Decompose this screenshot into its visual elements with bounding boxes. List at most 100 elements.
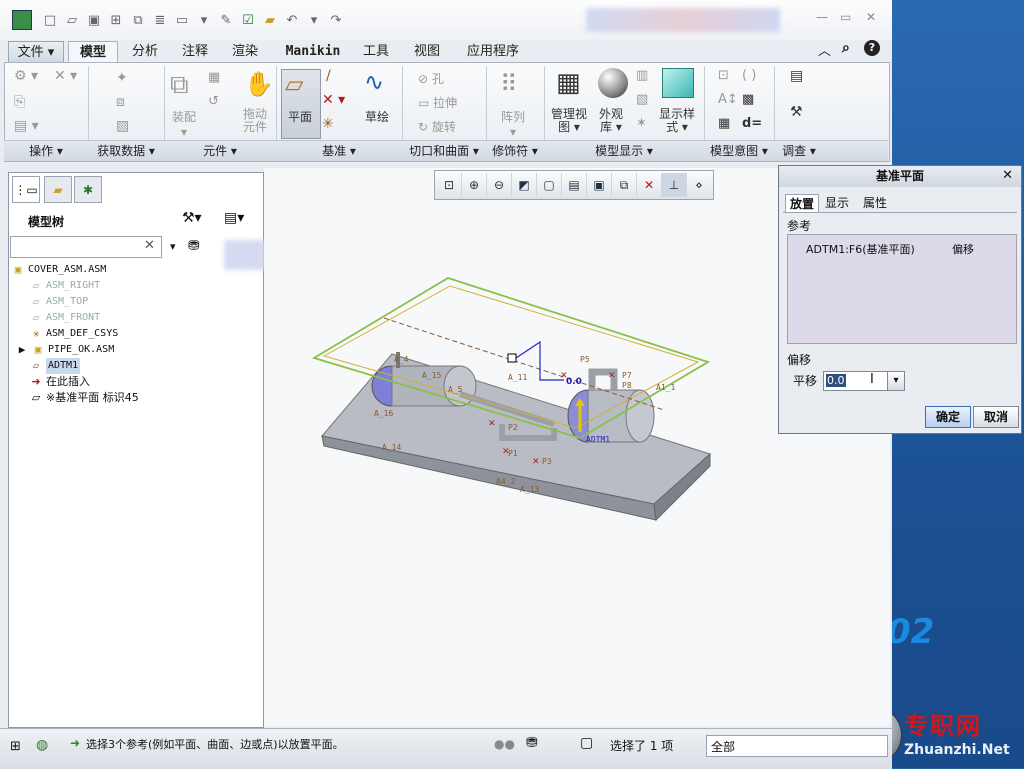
- offset-value-label[interactable]: 0.0: [566, 377, 582, 387]
- user-defined-feature-icon[interactable]: ✦: [116, 70, 128, 86]
- tree-item-new-datum-plane[interactable]: ▱ ※基准平面 标识45: [30, 390, 139, 406]
- drag-components-button[interactable]: 拖动 元件: [238, 108, 272, 134]
- copy-geometry-icon[interactable]: ⧈: [116, 94, 125, 110]
- help-icon[interactable]: ?: [864, 40, 880, 56]
- table-icon[interactable]: ▦: [718, 116, 730, 131]
- extrude-button[interactable]: ▭ 拉伸: [418, 94, 457, 111]
- view-manager-icon[interactable]: ▣: [587, 173, 612, 197]
- tree-item-asm-top[interactable]: ▱ ASM_TOP: [30, 294, 88, 310]
- tree-item-csys[interactable]: ✳ ASM_DEF_CSYS: [30, 326, 119, 342]
- tree-item-pipe[interactable]: ▶ ▣ PIPE_OK.ASM: [16, 342, 115, 358]
- saved-views-icon[interactable]: ▤: [562, 173, 587, 197]
- tab-manikin[interactable]: Manikin: [278, 41, 348, 62]
- tab-tools[interactable]: 工具: [354, 41, 398, 62]
- relations-icon[interactable]: ⊡: [718, 68, 729, 83]
- parameters-icon[interactable]: ( ): [742, 68, 756, 83]
- manage-views-button[interactable]: 管理视图 ▾: [546, 108, 592, 134]
- regenerate-icon[interactable]: ⚙ ▾: [14, 68, 38, 84]
- copy-icon[interactable]: ⎘: [14, 94, 25, 110]
- exploded-icon[interactable]: ✶: [636, 116, 647, 131]
- tree-toggle-icon[interactable]: ⊞: [10, 739, 21, 754]
- csys-icon[interactable]: ✳: [322, 116, 334, 132]
- tree-search-input[interactable]: [10, 236, 162, 258]
- display-style-button[interactable]: 显示样式 ▾: [654, 108, 700, 134]
- display-style-icon[interactable]: ▢: [537, 173, 562, 197]
- sketch-icon[interactable]: ∿: [364, 68, 384, 96]
- close-icon[interactable]: ✕: [866, 10, 876, 24]
- group-operations[interactable]: 操作 ▾: [4, 141, 88, 161]
- tab-analysis[interactable]: 分析: [122, 41, 168, 62]
- section-icon[interactable]: ▥: [636, 68, 648, 83]
- selection-filter[interactable]: 全部: [706, 735, 888, 757]
- drag-hand-icon[interactable]: ✋: [244, 70, 274, 98]
- report-icon[interactable]: ▤: [790, 68, 803, 84]
- search-icon[interactable]: ⌕: [842, 40, 850, 56]
- find-binoculars-icon[interactable]: ⛃: [188, 238, 200, 254]
- wrench-icon[interactable]: ⚒: [790, 104, 803, 120]
- assemble-icon[interactable]: ⧉: [170, 70, 189, 101]
- zoom-in-icon[interactable]: ⊕: [462, 173, 487, 197]
- tab-favorites[interactable]: ✱: [74, 176, 102, 203]
- tree-item-insert-here[interactable]: ➜ 在此插入: [30, 374, 90, 390]
- find-binoculars-icon[interactable]: ⛃: [526, 735, 538, 751]
- tab-placement[interactable]: 放置: [785, 194, 820, 213]
- offset-dropdown-icon[interactable]: ▾: [887, 371, 905, 391]
- dropdown-icon[interactable]: ▾: [196, 12, 212, 28]
- tree-item-root[interactable]: ▣ COVER_ASM.ASM: [12, 262, 107, 278]
- group-get-data[interactable]: 获取数据 ▾: [88, 141, 164, 161]
- family-table-icon[interactable]: ▩: [742, 92, 754, 107]
- selection-box-icon[interactable]: ▢: [580, 735, 593, 751]
- undo-icon[interactable]: ↶: [284, 12, 300, 28]
- repeat-icon[interactable]: ↺: [208, 94, 219, 109]
- tab-model-tree[interactable]: ⋮▭: [12, 176, 40, 203]
- maximize-icon[interactable]: ▭: [840, 10, 851, 24]
- create-component-icon[interactable]: ▦: [208, 70, 220, 85]
- redo-icon[interactable]: ↷: [328, 12, 344, 28]
- cancel-button[interactable]: 取消: [973, 406, 1019, 428]
- collapse-ribbon-icon[interactable]: ︿: [818, 40, 831, 59]
- shrinkwrap-icon[interactable]: ▧: [116, 118, 129, 134]
- group-model-intent[interactable]: 模型意图 ▾: [704, 141, 774, 161]
- perspective-icon[interactable]: ▧: [636, 92, 648, 107]
- tab-display[interactable]: 显示: [821, 194, 853, 212]
- hole-button[interactable]: ⊘ 孔: [418, 70, 444, 87]
- window-icon[interactable]: ▭: [174, 12, 190, 28]
- tab-folder-browser[interactable]: ▰: [44, 176, 72, 203]
- switch-dimensions-icon[interactable]: A↕: [718, 92, 738, 107]
- manage-views-icon[interactable]: ▦: [556, 68, 581, 98]
- dropdown-icon[interactable]: ▾: [306, 12, 322, 28]
- tab-model[interactable]: 模型: [68, 41, 118, 63]
- references-list[interactable]: ADTM1:F6(基准平面) 偏移: [787, 234, 1017, 344]
- ok-button[interactable]: 确定: [925, 406, 971, 428]
- minimize-icon[interactable]: —: [816, 10, 828, 24]
- dropdown-icon[interactable]: ▾: [170, 240, 176, 253]
- tab-view[interactable]: 视图: [404, 41, 450, 62]
- pattern-button[interactable]: 阵列 ▾: [496, 108, 530, 139]
- group-datum[interactable]: 基准 ▾: [276, 141, 402, 161]
- open-icon[interactable]: ▱: [64, 12, 80, 28]
- pattern-icon[interactable]: ⠿: [500, 70, 518, 98]
- tab-annotate[interactable]: 注释: [172, 41, 218, 62]
- spin-center-icon[interactable]: ⋄: [687, 173, 711, 197]
- tab-file[interactable]: 文件 ▾: [8, 41, 64, 64]
- paste-icon[interactable]: ▤ ▾: [14, 118, 39, 134]
- sketch-button[interactable]: 草绘: [360, 108, 394, 125]
- tree-item-asm-front[interactable]: ▱ ASM_FRONT: [30, 310, 101, 326]
- axis-icon[interactable]: /: [326, 68, 331, 84]
- regenerate-icon[interactable]: ⊞: [108, 12, 124, 28]
- tree-item-adtm1[interactable]: ▱ ADTM1: [30, 358, 81, 374]
- appearance-gallery-button[interactable]: 外观库 ▾: [592, 108, 630, 134]
- datum-display-icon[interactable]: ✕: [637, 173, 662, 197]
- delete-icon[interactable]: ✕ ▾: [54, 68, 77, 84]
- display-style-icon[interactable]: [662, 68, 694, 98]
- expand-icon[interactable]: ▶: [16, 343, 28, 356]
- tree-settings-icon[interactable]: ⚒▾: [182, 210, 202, 226]
- folder-icon[interactable]: ▰: [262, 12, 278, 28]
- globe-icon[interactable]: ◍: [36, 737, 48, 753]
- group-investigate[interactable]: 调查 ▾: [774, 141, 824, 161]
- tree-columns-icon[interactable]: ▤▾: [224, 210, 244, 226]
- assemble-button[interactable]: 装配 ▾: [168, 108, 200, 139]
- layers-icon[interactable]: ≣: [152, 12, 168, 28]
- tab-properties[interactable]: 属性: [859, 194, 891, 212]
- tab-applications[interactable]: 应用程序: [456, 41, 530, 62]
